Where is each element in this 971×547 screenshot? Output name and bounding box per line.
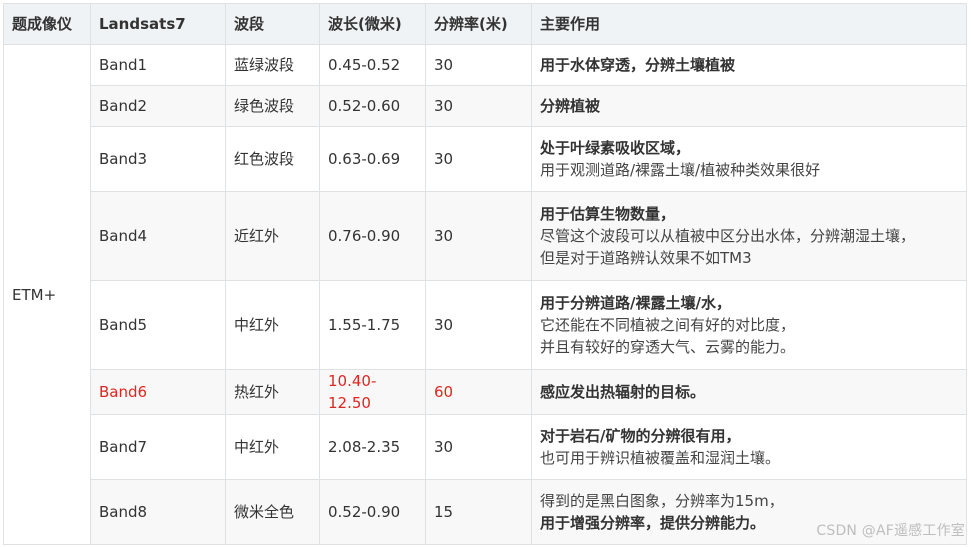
main-use-bold: 对于岩石/矿物的分辨很有用， xyxy=(540,427,741,445)
table-row: Band2 绿色波段 0.52-0.60 30 分辨植被 xyxy=(4,85,967,127)
wavelength-cell: 0.52-0.90 xyxy=(319,479,426,545)
header-landsat: Landsats7 xyxy=(90,3,226,45)
main-use-line: 但是对于道路辨认效果不如TM3 xyxy=(540,249,752,267)
band-cell: Band1 xyxy=(90,44,226,86)
resolution-cell: 60 xyxy=(425,369,532,415)
instrument-cell: ETM+ xyxy=(3,44,91,545)
band-cell: Band2 xyxy=(90,85,226,127)
header-instrument: 题成像仪 xyxy=(3,3,91,45)
main-use-bold: 用于估算生物数量， xyxy=(540,205,676,223)
header-band: 波段 xyxy=(225,3,320,45)
table-row: Band3 红色波段 0.63-0.69 30 处于叶绿素吸收区域， 用于观测道… xyxy=(4,126,967,192)
main-use-bold: 感应发出热辐射的目标。 xyxy=(540,383,706,401)
main-use-cell: 感应发出热辐射的目标。 xyxy=(531,369,967,415)
resolution-cell: 30 xyxy=(425,191,532,281)
band-name-cell: 近红外 xyxy=(225,191,320,281)
main-use-cell: 对于岩石/矿物的分辨很有用， 也可用于辨识植被覆盖和湿润土壤。 xyxy=(531,414,967,480)
band-name-cell: 微米全色 xyxy=(225,479,320,545)
band-cell: Band3 xyxy=(90,126,226,192)
csdn-watermark: CSDN @AF遥感工作室 xyxy=(816,523,965,539)
wavelength-cell: 2.08-2.35 xyxy=(319,414,426,480)
main-use-line: 用于观测道路/裸露土壤/植被种类效果很好 xyxy=(540,161,821,179)
main-use-cell: 用于分辨道路/裸露土壤/水， 它还能在不同植被之间有好的对比度， 并且有较好的穿… xyxy=(531,280,967,370)
wavelength-cell: 1.55-1.75 xyxy=(319,280,426,370)
resolution-cell: 30 xyxy=(425,85,532,127)
resolution-cell: 30 xyxy=(425,280,532,370)
main-use-line: 得到的是黑白图象，分辨率为15m， xyxy=(540,492,784,510)
main-use-bold: 处于叶绿素吸收区域， xyxy=(540,139,691,157)
main-use-line: 并且有较好的穿透大气、云雾的能力。 xyxy=(540,338,796,356)
main-use-cell: 处于叶绿素吸收区域， 用于观测道路/裸露土壤/植被种类效果很好 xyxy=(531,126,967,192)
header-main-use: 主要作用 xyxy=(531,3,967,45)
table-row: Band5 中红外 1.55-1.75 30 用于分辨道路/裸露土壤/水， 它还… xyxy=(4,280,967,370)
band-name-cell: 蓝绿波段 xyxy=(225,44,320,86)
band-cell: Band4 xyxy=(90,191,226,281)
table-header-row: 题成像仪 Landsats7 波段 波长(微米) 分辨率(米) 主要作用 xyxy=(3,3,967,45)
table-row: ETM+ Band1 蓝绿波段 0.45-0.52 30 用于水体穿透，分辨土壤… xyxy=(3,44,967,545)
table-row: Band4 近红外 0.76-0.90 30 用于估算生物数量， 尽管这个波段可… xyxy=(4,191,967,281)
main-use-line: 也可用于辨识植被覆盖和湿润土壤。 xyxy=(540,449,781,467)
band-name-cell: 中红外 xyxy=(225,280,320,370)
resolution-cell: 15 xyxy=(425,479,532,545)
main-use-line: 它还能在不同植被之间有好的对比度， xyxy=(540,316,796,334)
wavelength-cell: 0.63-0.69 xyxy=(319,126,426,192)
main-use-cell: 分辨植被 xyxy=(531,85,967,127)
band-name-cell: 中红外 xyxy=(225,414,320,480)
wavelength-cell: 0.52-0.60 xyxy=(319,85,426,127)
wavelength-cell: 10.40-12.50 xyxy=(319,369,426,415)
band-cell: Band8 xyxy=(90,479,226,545)
header-wavelength: 波长(微米) xyxy=(319,3,426,45)
landsat-band-table: 题成像仪 Landsats7 波段 波长(微米) 分辨率(米) 主要作用 ETM… xyxy=(3,3,967,545)
resolution-cell: 30 xyxy=(425,44,532,86)
main-use-bold: 用于分辨道路/裸露土壤/水， xyxy=(540,294,731,312)
main-use-bold: 用于水体穿透，分辨土壤植被 xyxy=(540,56,736,74)
band-name-cell: 绿色波段 xyxy=(225,85,320,127)
band-cell: Band5 xyxy=(90,280,226,370)
main-use-line: 尽管这个波段可以从植被中区分出水体，分辨潮湿土壤， xyxy=(540,227,916,245)
band-name-cell: 红色波段 xyxy=(225,126,320,192)
header-resolution: 分辨率(米) xyxy=(425,3,532,45)
band-cell: Band7 xyxy=(90,414,226,480)
table-row: Band7 中红外 2.08-2.35 30 对于岩石/矿物的分辨很有用， 也可… xyxy=(4,414,967,480)
resolution-cell: 30 xyxy=(425,414,532,480)
table-row: Band6 热红外 10.40-12.50 60 感应发出热辐射的目标。 xyxy=(4,369,967,415)
main-use-bold: 分辨植被 xyxy=(540,97,601,115)
band-name-cell: 热红外 xyxy=(225,369,320,415)
band-cell: Band6 xyxy=(90,369,226,415)
main-use-cell: 用于估算生物数量， 尽管这个波段可以从植被中区分出水体，分辨潮湿土壤， 但是对于… xyxy=(531,191,967,281)
resolution-cell: 30 xyxy=(425,126,532,192)
wavelength-cell: 0.76-0.90 xyxy=(319,191,426,281)
wavelength-cell: 0.45-0.52 xyxy=(319,44,426,86)
main-use-cell: 用于水体穿透，分辨土壤植被 xyxy=(531,44,967,86)
